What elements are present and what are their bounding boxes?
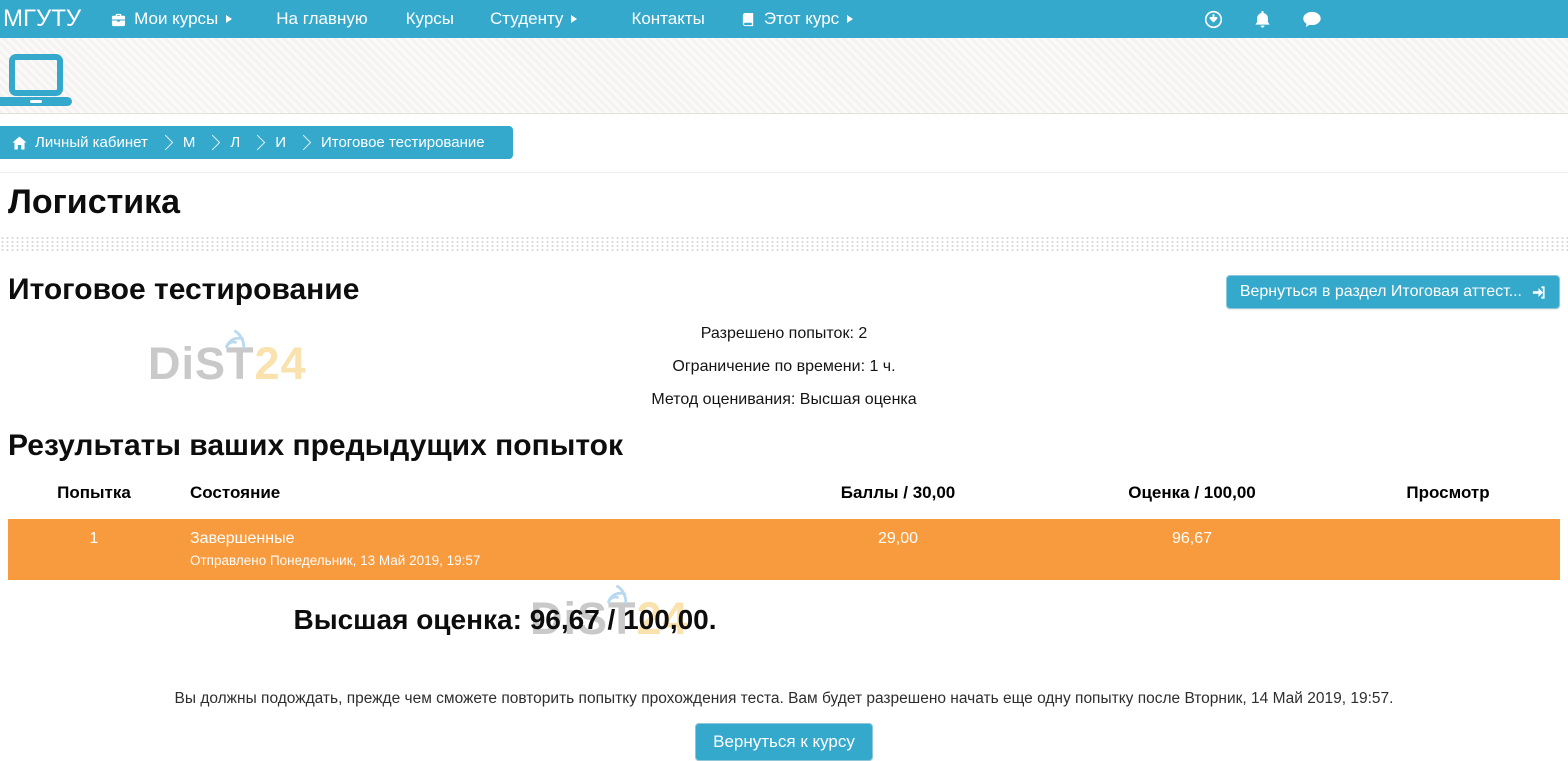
menu-item-label: Курсы	[406, 9, 454, 29]
nav-right-icons	[1204, 10, 1322, 29]
home-icon	[12, 136, 27, 150]
col-header-attempt: Попытка	[8, 477, 180, 519]
brand-logo-link[interactable]: МГУТУ	[3, 5, 81, 33]
divider-line	[0, 172, 1568, 173]
header-banner	[0, 38, 1568, 114]
menu-item-home[interactable]: На главную	[276, 9, 367, 29]
grade-cell: 96,67	[1048, 519, 1336, 580]
submitted-text: Отправлено Понедельник, 13 Май 2019, 19:…	[190, 553, 738, 568]
chevron-separator-icon	[250, 135, 266, 151]
menu-item-courses[interactable]: Курсы	[406, 9, 454, 29]
marks-cell: 29,00	[748, 519, 1048, 580]
review-cell	[1336, 519, 1560, 580]
chat-icon[interactable]	[1302, 11, 1322, 28]
back-to-course-button[interactable]: Вернуться к курсу	[695, 723, 873, 761]
attempts-allowed-text: Разрешено попыток: 2	[0, 325, 1568, 343]
book-icon	[741, 12, 756, 27]
menu-item-this-course[interactable]: Этот курс	[741, 9, 853, 29]
col-header-grade: Оценка / 100,00	[1048, 477, 1336, 519]
breadcrumb-item[interactable]: И	[275, 134, 286, 151]
table-header-row: Попытка Состояние Баллы / 30,00 Оценка /…	[8, 477, 1560, 519]
top-navbar: МГУТУ Мои курсы На главную Курсы Студент…	[0, 0, 1568, 38]
breadcrumb: Личный кабинет М Л И Итоговое тестирован…	[0, 126, 513, 159]
menu-item-student[interactable]: Студенту	[490, 9, 577, 29]
chevron-separator-icon	[158, 135, 174, 151]
download-circle-icon[interactable]	[1204, 10, 1223, 29]
menu-item-contacts[interactable]: Контакты	[631, 9, 704, 29]
col-header-marks: Баллы / 30,00	[748, 477, 1048, 519]
final-grade-text: Высшая оценка: 96,67 / 100,00.	[0, 604, 1010, 636]
attempt-number-cell: 1	[8, 519, 180, 580]
briefcase-icon	[111, 12, 126, 27]
state-text: Завершенные	[190, 530, 738, 548]
breadcrumb-item-current: Итоговое тестирование	[321, 134, 485, 151]
menu-item-label: Мои курсы	[134, 9, 218, 29]
chevron-right-icon	[226, 15, 232, 23]
col-header-state: Состояние	[180, 477, 748, 519]
back-to-section-button[interactable]: Вернуться в раздел Итоговая аттест...	[1226, 275, 1560, 309]
chevron-right-icon	[847, 15, 853, 23]
time-limit-text: Ограничение по времени: 1 ч.	[0, 358, 1568, 376]
chevron-separator-icon	[296, 135, 312, 151]
chevron-separator-icon	[205, 135, 221, 151]
results-heading: Результаты ваших предыдущих попыток	[8, 429, 1568, 463]
breadcrumb-item-dashboard[interactable]: Личный кабинет	[12, 134, 148, 151]
menu-item-label: Контакты	[631, 9, 704, 29]
breadcrumb-item[interactable]: Л	[230, 134, 240, 151]
main-menu: Мои курсы На главную Курсы Студенту Конт…	[81, 9, 853, 29]
menu-item-label: На главную	[276, 9, 367, 29]
course-title: Логистика	[8, 183, 1568, 222]
bell-icon[interactable]	[1253, 10, 1272, 29]
attempts-table: Попытка Состояние Баллы / 30,00 Оценка /…	[8, 477, 1560, 580]
attempt-state-cell: Завершенные Отправлено Понедельник, 13 М…	[180, 519, 748, 580]
menu-item-label: Студенту	[490, 9, 563, 29]
wait-message: Вы должны подождать, прежде чем сможете …	[0, 690, 1568, 708]
breadcrumb-item[interactable]: М	[183, 134, 196, 151]
chevron-right-icon	[571, 15, 577, 23]
table-row-attempt-1: 1 Завершенные Отправлено Понедельник, 13…	[8, 519, 1560, 580]
menu-item-label: Этот курс	[764, 9, 839, 29]
dotted-divider	[0, 236, 1568, 253]
grading-method-text: Метод оценивания: Высшая оценка	[0, 391, 1568, 409]
menu-item-my-courses[interactable]: Мои курсы	[111, 9, 232, 29]
quiz-title: Итоговое тестирование	[8, 273, 359, 307]
laptop-logo-icon	[0, 54, 80, 108]
quiz-info-block: DiST24 Разрешено попыток: 2 Ограничение …	[0, 325, 1568, 409]
col-header-review: Просмотр	[1336, 477, 1560, 519]
sign-in-arrow-icon	[1531, 285, 1546, 300]
